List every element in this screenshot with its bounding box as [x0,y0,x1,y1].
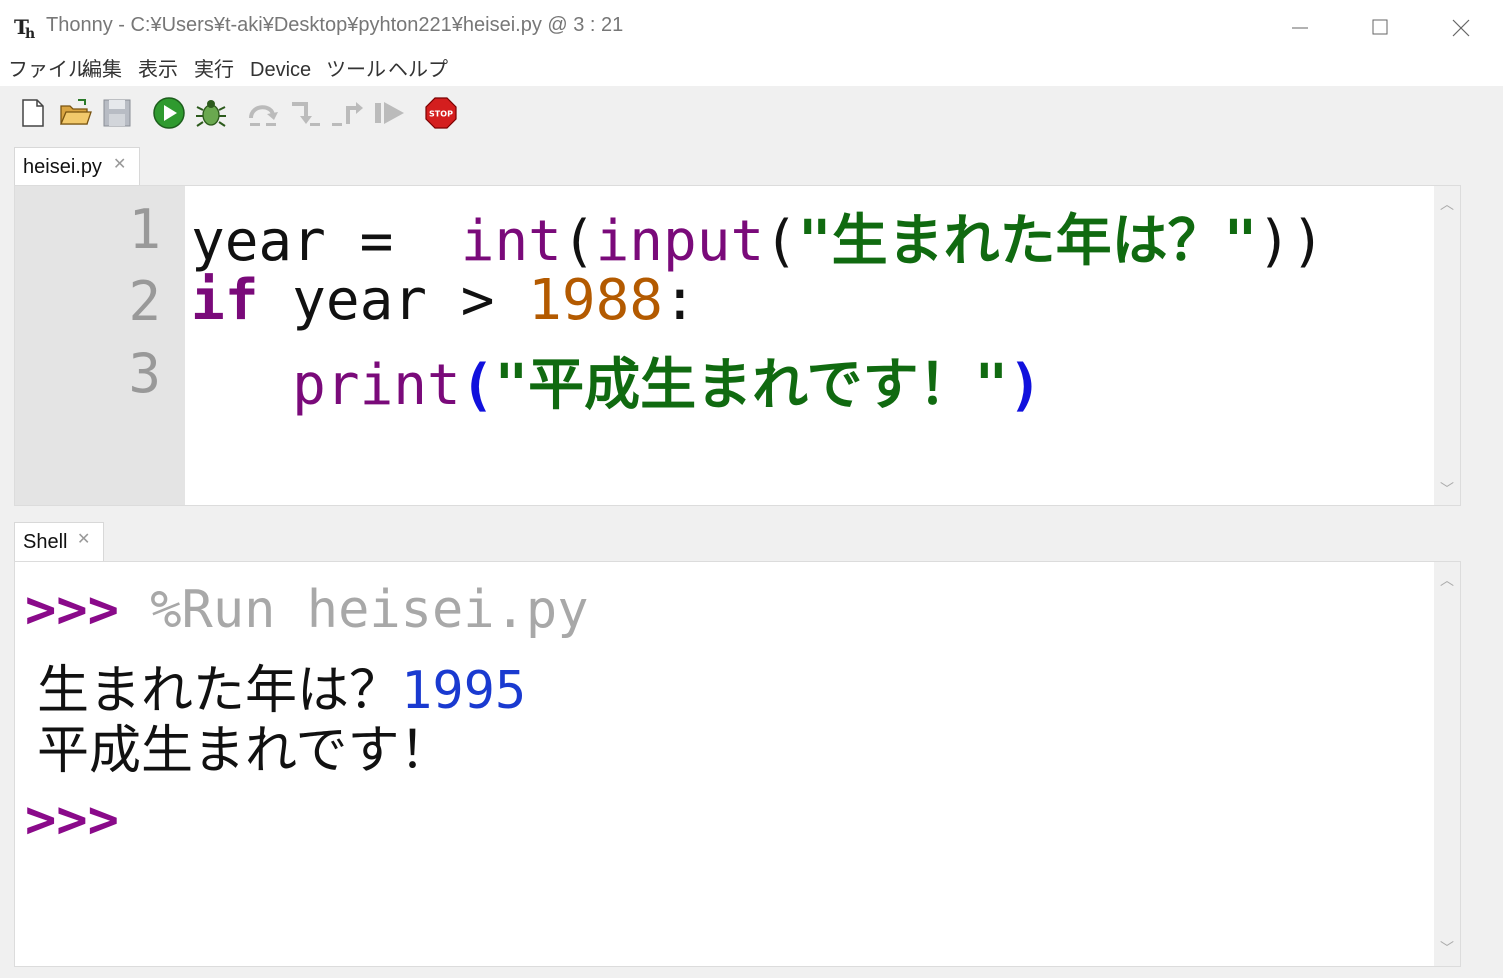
editor-tab-label: heisei.py [23,156,102,178]
scroll-down-arrow-icon[interactable]: ﹀ [1440,938,1454,958]
line-number-gutter: 1 2 3 [15,186,185,505]
line-number: 3 [128,342,161,405]
step-out-icon[interactable] [330,96,364,130]
menu-help[interactable]: ヘルプ [388,56,448,86]
code-token: ( [561,209,596,274]
code-token: year = [191,209,428,274]
shell-output-result: 平成生まれです！ [37,721,452,781]
code-line[interactable]: print("平成生まれです！") [191,340,1042,421]
code-token: ( [764,209,798,274]
code-line[interactable]: year = int(input("生まれた年は？")) [191,196,1325,277]
shell-prompt: >>> [25,580,119,640]
minimize-button[interactable] [1280,8,1320,48]
code-token: ( [460,353,495,418]
menu-run[interactable]: 実行 [194,56,234,86]
code-token: input [595,209,765,274]
close-window-button[interactable] [1441,8,1481,48]
shell-console[interactable]: >>> %Run heisei.py 生まれた年は？1995 平成生まれです！ … [14,561,1461,967]
menu-file[interactable]: ファイル [8,56,88,86]
save-icon[interactable] [100,96,134,130]
new-file-icon[interactable] [16,96,50,130]
code-token: ) [1008,353,1042,418]
code-token: "生まれた年は？" [797,209,1258,274]
thonny-logo-icon: T h [14,14,40,42]
code-line[interactable]: if year > 1988: [191,268,697,333]
shell-run-line: >>> %Run heisei.py [25,580,589,640]
code-token: 1988 [528,268,664,333]
editor-scrollbar[interactable]: ︿ ﹀ [1434,186,1460,505]
maximize-button[interactable] [1361,8,1401,48]
code-token: "平成生まれです！" [494,353,1009,418]
menu-bar: ファイル 編集 表示 実行 Device ツール ヘルプ [0,56,1503,86]
shell-tab-label: Shell [23,531,68,553]
menu-edit[interactable]: 編集 [82,56,122,86]
code-editor[interactable]: 1 2 3 year = int(input("生まれた年は？")) if ye… [14,185,1461,506]
code-token: year > [258,268,529,333]
code-token: : [663,268,697,333]
step-into-icon[interactable] [288,96,322,130]
shell-input-line[interactable]: >>> [25,790,119,850]
title-bar: T h Thonny - C:¥Users¥t-aki¥Desktop¥pyht… [0,0,1503,56]
toolbar: STOP [0,86,1503,142]
shell-prompt: >>> [25,790,119,850]
code-token: if [191,268,259,333]
tab-heisei-py[interactable]: heisei.py ✕ [14,147,140,186]
scroll-down-arrow-icon[interactable]: ﹀ [1440,479,1454,499]
resume-icon[interactable] [372,96,406,130]
shell-run-command: %Run heisei.py [118,580,589,640]
scroll-up-arrow-icon[interactable]: ︿ [1440,570,1454,590]
close-icon[interactable]: ✕ [77,529,90,549]
close-icon[interactable]: ✕ [113,154,126,174]
run-icon[interactable] [152,96,186,130]
open-file-icon[interactable] [58,96,92,130]
window-title: Thonny - C:¥Users¥t-aki¥Desktop¥pyhton22… [46,14,624,36]
stop-icon[interactable]: STOP [424,96,458,130]
svg-text:h: h [25,26,35,40]
code-token: )) [1257,209,1325,274]
menu-view[interactable]: 表示 [138,56,178,86]
tab-shell[interactable]: Shell ✕ [14,522,104,561]
stop-icon-label: STOP [429,110,453,119]
debug-icon[interactable] [194,96,228,130]
menu-device[interactable]: Device [250,56,311,86]
line-number: 1 [128,198,161,261]
step-over-icon[interactable] [246,96,280,130]
menu-tools[interactable]: ツール [326,56,386,86]
scroll-up-arrow-icon[interactable]: ︿ [1440,194,1454,214]
shell-scrollbar[interactable]: ︿ ﹀ [1434,562,1460,966]
line-number: 2 [128,270,161,333]
code-token: print [292,353,461,418]
code-token: int [427,209,562,274]
